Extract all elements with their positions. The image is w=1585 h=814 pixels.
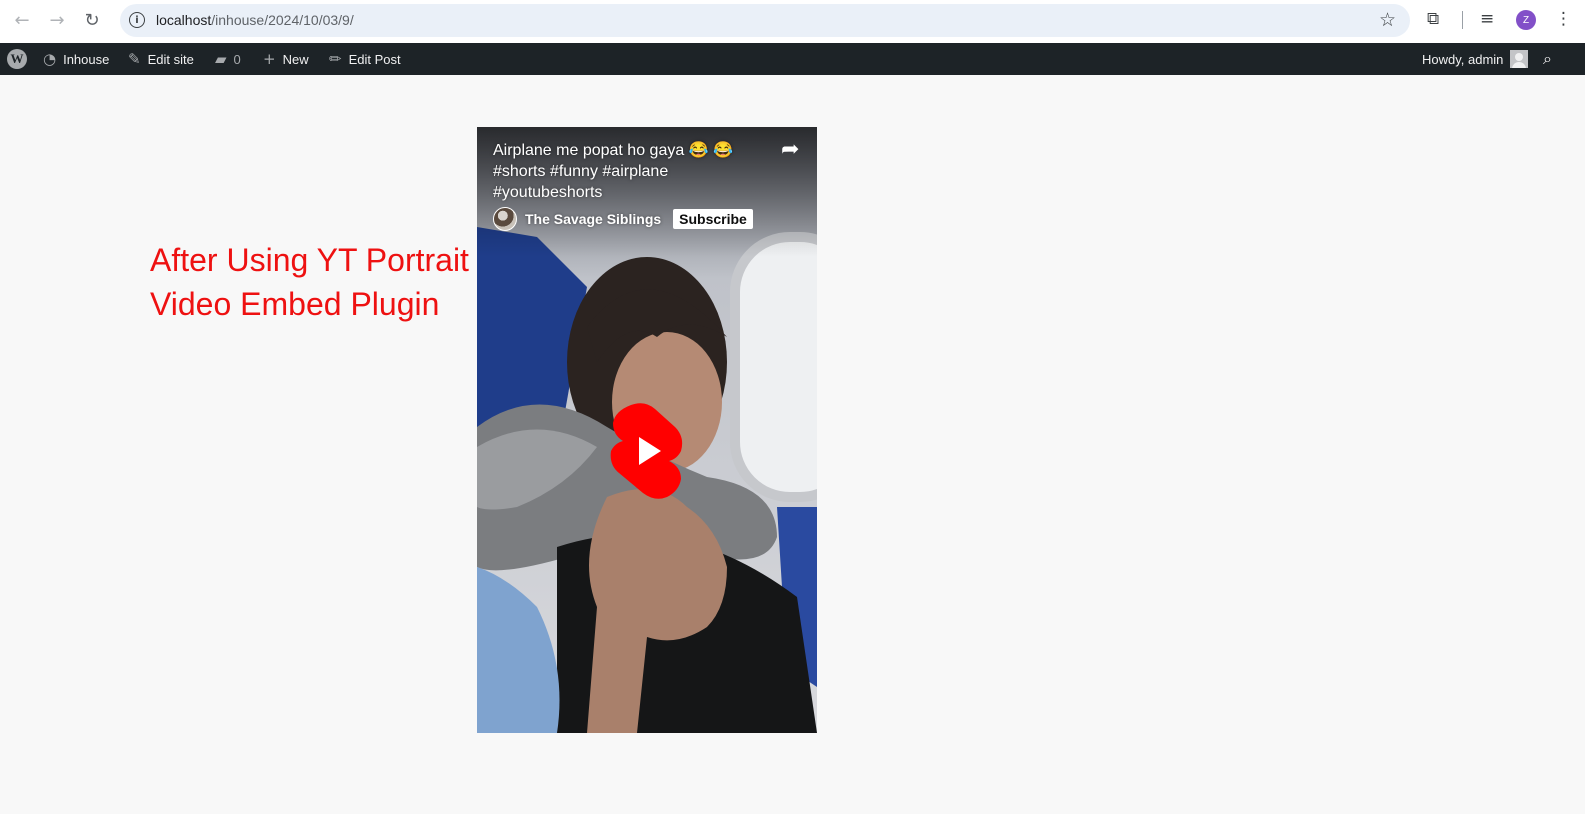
reload-icon[interactable]: ↻ bbox=[79, 7, 105, 33]
account-menu[interactable]: Howdy, admin bbox=[1422, 43, 1529, 75]
youtube-shorts-embed[interactable]: Airplane me popat ho gaya 😂 😂 #shorts #f… bbox=[477, 127, 817, 733]
site-name-label: Inhouse bbox=[63, 51, 110, 67]
post-heading: After Using YT Portrait Video Embed Plug… bbox=[150, 242, 469, 322]
edit-site-label: Edit site bbox=[147, 51, 194, 67]
media-queue-icon[interactable]: ≡ bbox=[1480, 9, 1494, 29]
brush-icon: ✎ bbox=[128, 49, 141, 68]
comment-bubble-icon: ▰ bbox=[215, 49, 227, 68]
bookmark-star-icon[interactable]: ☆ bbox=[1379, 9, 1396, 31]
comments-link[interactable]: ▰ 0 bbox=[215, 43, 241, 75]
site-name-menu[interactable]: ◔ Inhouse bbox=[43, 43, 109, 75]
extensions-icon[interactable]: ⧉ bbox=[1427, 9, 1439, 29]
channel-row: The Savage Siblings Subscribe bbox=[493, 207, 753, 231]
back-arrow-icon[interactable]: ← bbox=[9, 7, 35, 33]
comments-count: 0 bbox=[233, 51, 241, 67]
url-path: /inhouse/2024/10/03/9/ bbox=[211, 12, 354, 28]
new-label: New bbox=[282, 51, 309, 67]
wp-admin-bar: W ◔ Inhouse ✎ Edit site ▰ 0 + New ✏ Edit… bbox=[0, 43, 1585, 75]
dashboard-icon: ◔ bbox=[43, 49, 57, 68]
user-avatar-icon bbox=[1510, 50, 1529, 68]
url-host: localhost bbox=[156, 12, 212, 28]
new-content-menu[interactable]: + New bbox=[263, 43, 309, 75]
channel-avatar[interactable] bbox=[493, 207, 517, 231]
wp-logo-menu[interactable]: W bbox=[7, 43, 27, 75]
video-title[interactable]: Airplane me popat ho gaya 😂 😂 #shorts #f… bbox=[493, 140, 753, 203]
wordpress-logo-icon: W bbox=[7, 49, 27, 69]
profile-avatar[interactable]: Z bbox=[1516, 10, 1536, 30]
forward-arrow-icon[interactable]: → bbox=[44, 7, 70, 33]
site-info-icon[interactable]: i bbox=[129, 12, 145, 28]
edit-post-link[interactable]: ✏ Edit Post bbox=[329, 43, 401, 75]
pencil-icon: ✏ bbox=[329, 49, 342, 68]
subscribe-button[interactable]: Subscribe bbox=[673, 209, 753, 229]
howdy-greeting: Howdy, admin bbox=[1422, 51, 1504, 67]
admin-search[interactable]: ⌕ bbox=[1543, 43, 1552, 75]
channel-name[interactable]: The Savage Siblings bbox=[525, 211, 661, 227]
edit-site-link[interactable]: ✎ Edit site bbox=[128, 43, 194, 75]
shorts-play-icon[interactable] bbox=[609, 403, 685, 499]
menu-dots-icon[interactable]: ⋮ bbox=[1555, 9, 1572, 29]
address-bar[interactable]: i localhost/inhouse/2024/10/03/9/ ☆ bbox=[120, 4, 1410, 37]
plus-icon: + bbox=[263, 49, 276, 68]
browser-toolbar: ← → ↻ i localhost/inhouse/2024/10/03/9/ … bbox=[0, 0, 1585, 43]
search-icon: ⌕ bbox=[1543, 49, 1552, 68]
edit-post-label: Edit Post bbox=[348, 51, 401, 67]
url-text[interactable]: localhost/inhouse/2024/10/03/9/ bbox=[156, 12, 354, 28]
toolbar-divider bbox=[1462, 11, 1463, 29]
share-icon[interactable]: ➦ bbox=[781, 137, 799, 162]
